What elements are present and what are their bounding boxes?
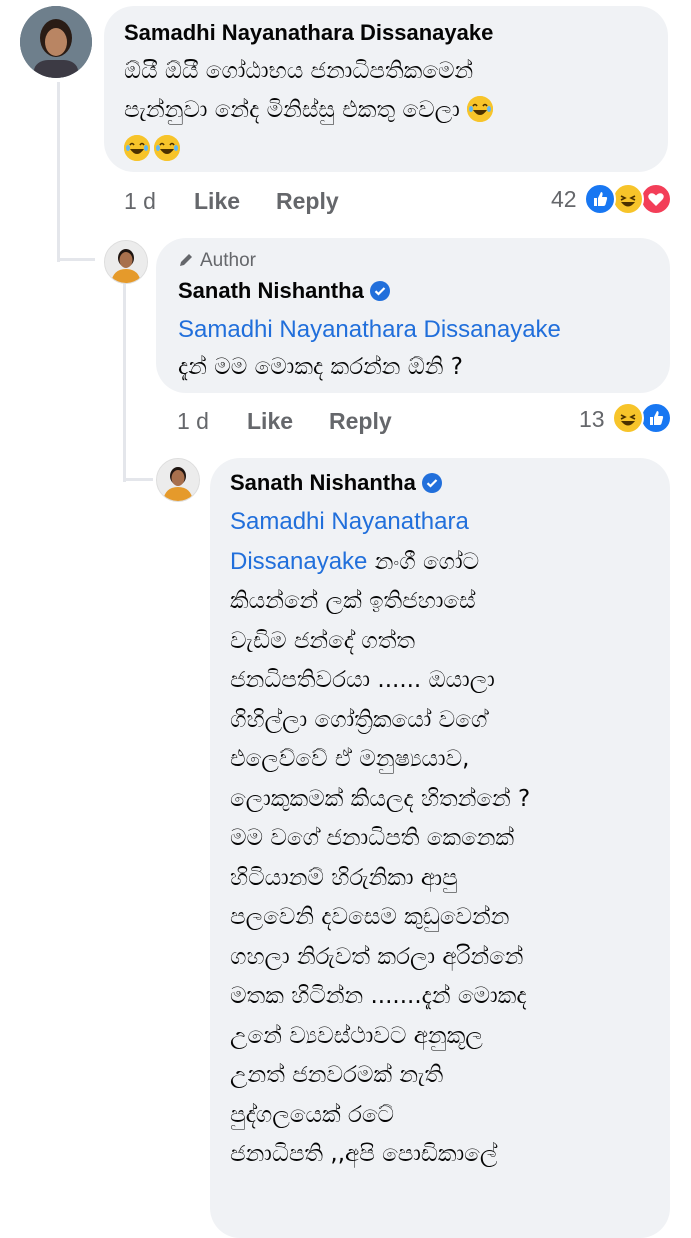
- haha-reaction-icon: [612, 402, 644, 434]
- laughing-emoji-icon: [124, 135, 150, 161]
- haha-reaction-icon: [612, 183, 644, 215]
- reply-author-name[interactable]: Sanath Nishantha: [230, 470, 670, 496]
- reply-button[interactable]: Reply: [276, 188, 339, 215]
- laughing-emoji-icon: [154, 135, 180, 161]
- thread-curve: [123, 478, 153, 481]
- reply-author-name[interactable]: Sanath Nishantha: [178, 278, 670, 304]
- comment-author-name[interactable]: Samadhi Nayanathara Dissanayake: [124, 20, 668, 46]
- reaction-count[interactable]: 13: [579, 406, 605, 433]
- reply-text: Samadhi Nayanathara Dissanayake නංගී ගෝට…: [230, 502, 670, 1175]
- reply-line: එලෙව්වේ ඒ මනුෂ්‍යයාව,: [230, 746, 470, 772]
- mention-link[interactable]: Samadhi Nayanathara Dissanayake: [178, 316, 670, 344]
- profile-photo: [105, 241, 147, 283]
- reply-bubble: Sanath Nishantha Samadhi Nayanathara Dis…: [210, 458, 670, 1238]
- reply-line: Dissanayake නංගී ගෝට: [230, 547, 480, 575]
- reply-line: උනත් ජනවරමක් නැති: [230, 1062, 444, 1088]
- comment-line: [124, 130, 668, 169]
- avatar[interactable]: [156, 458, 200, 502]
- like-reaction-icon: [640, 402, 672, 434]
- thread-line: [57, 82, 60, 262]
- mention-link[interactable]: Samadhi Nayanathara: [230, 502, 670, 542]
- love-reaction-icon: [640, 183, 672, 215]
- reply-line: ජනධිපතිවරයා ...... ඔයාලා: [230, 667, 495, 693]
- reply-line: මම වගේ ජනාධිපති කෙනෙක්: [230, 825, 515, 851]
- reply-line: ගිහිල්ලා ගෝත්‍රිකයෝ වගේ: [230, 706, 488, 733]
- verified-badge-icon: [421, 473, 442, 493]
- author-tag-label: Author: [200, 250, 256, 271]
- comment-timestamp[interactable]: 1 d: [124, 188, 156, 215]
- reply-line: පලවෙනි දවසෙම කුඩුවෙන්න: [230, 904, 510, 930]
- reply-text: දැන් මම මොකද කරන්න ඕනි ?: [178, 354, 464, 380]
- reply-line: උනේ ව්‍යවස්ථාවට අනුකූල: [230, 1022, 483, 1049]
- reply-line: හිටියානම් හිරුනිකා ආපු: [230, 864, 458, 891]
- avatar[interactable]: [20, 6, 92, 78]
- verified-badge-icon: [369, 281, 390, 301]
- reply-line: ගහලා නිරුවත් කරලා අරින්නේ: [230, 943, 524, 970]
- thread-line: [123, 282, 126, 482]
- reply-button[interactable]: Reply: [329, 408, 392, 435]
- reply-line: මතක හිටින්න .......දැන් මොකද: [230, 983, 527, 1009]
- reaction-count[interactable]: 42: [551, 186, 577, 213]
- reply-line: ලොකුකමක් කියලද හිතන්නේ ?: [230, 785, 531, 812]
- profile-photo: [20, 6, 92, 78]
- mention-link[interactable]: Dissanayake: [230, 548, 367, 575]
- thread-curve: [57, 258, 95, 261]
- comment-bubble: Samadhi Nayanathara Dissanayake ඕයී ඕයී …: [104, 6, 668, 172]
- reply-line: වැඩිම ජන්දේ ගත්ත: [230, 627, 416, 654]
- reply-line: කියන්නේ ලක් ඉතිජහාසේ: [230, 588, 476, 614]
- author-badge: Author: [178, 250, 670, 274]
- reply-timestamp[interactable]: 1 d: [177, 408, 209, 435]
- avatar[interactable]: [104, 240, 148, 284]
- like-reaction-icon: [584, 183, 616, 215]
- like-button[interactable]: Like: [247, 408, 293, 435]
- profile-photo: [157, 459, 199, 501]
- comment-line: පැන්නුවා නේද මිනිස්සු එකතු වෙලා: [124, 91, 668, 130]
- reply-bubble: Author Sanath Nishantha Samadhi Nayanath…: [156, 238, 670, 393]
- comment-line: ඕයී ඕයී ගෝඨාභය ජනාධිපතිකමෙන්: [124, 58, 474, 84]
- laughing-emoji-icon: [467, 96, 494, 122]
- comment-text: ඕයී ඕයී ගෝඨාභය ජනාධිපතිකමෙන් පැන්නුවා නේ…: [124, 52, 668, 169]
- pencil-icon: [178, 252, 194, 274]
- reply-line: ජනාධිපති ,,අපි පොඩිකාලේ: [230, 1141, 498, 1167]
- reply-line: පුද්ගලයෙක් රටේ: [230, 1101, 395, 1128]
- like-button[interactable]: Like: [194, 188, 240, 215]
